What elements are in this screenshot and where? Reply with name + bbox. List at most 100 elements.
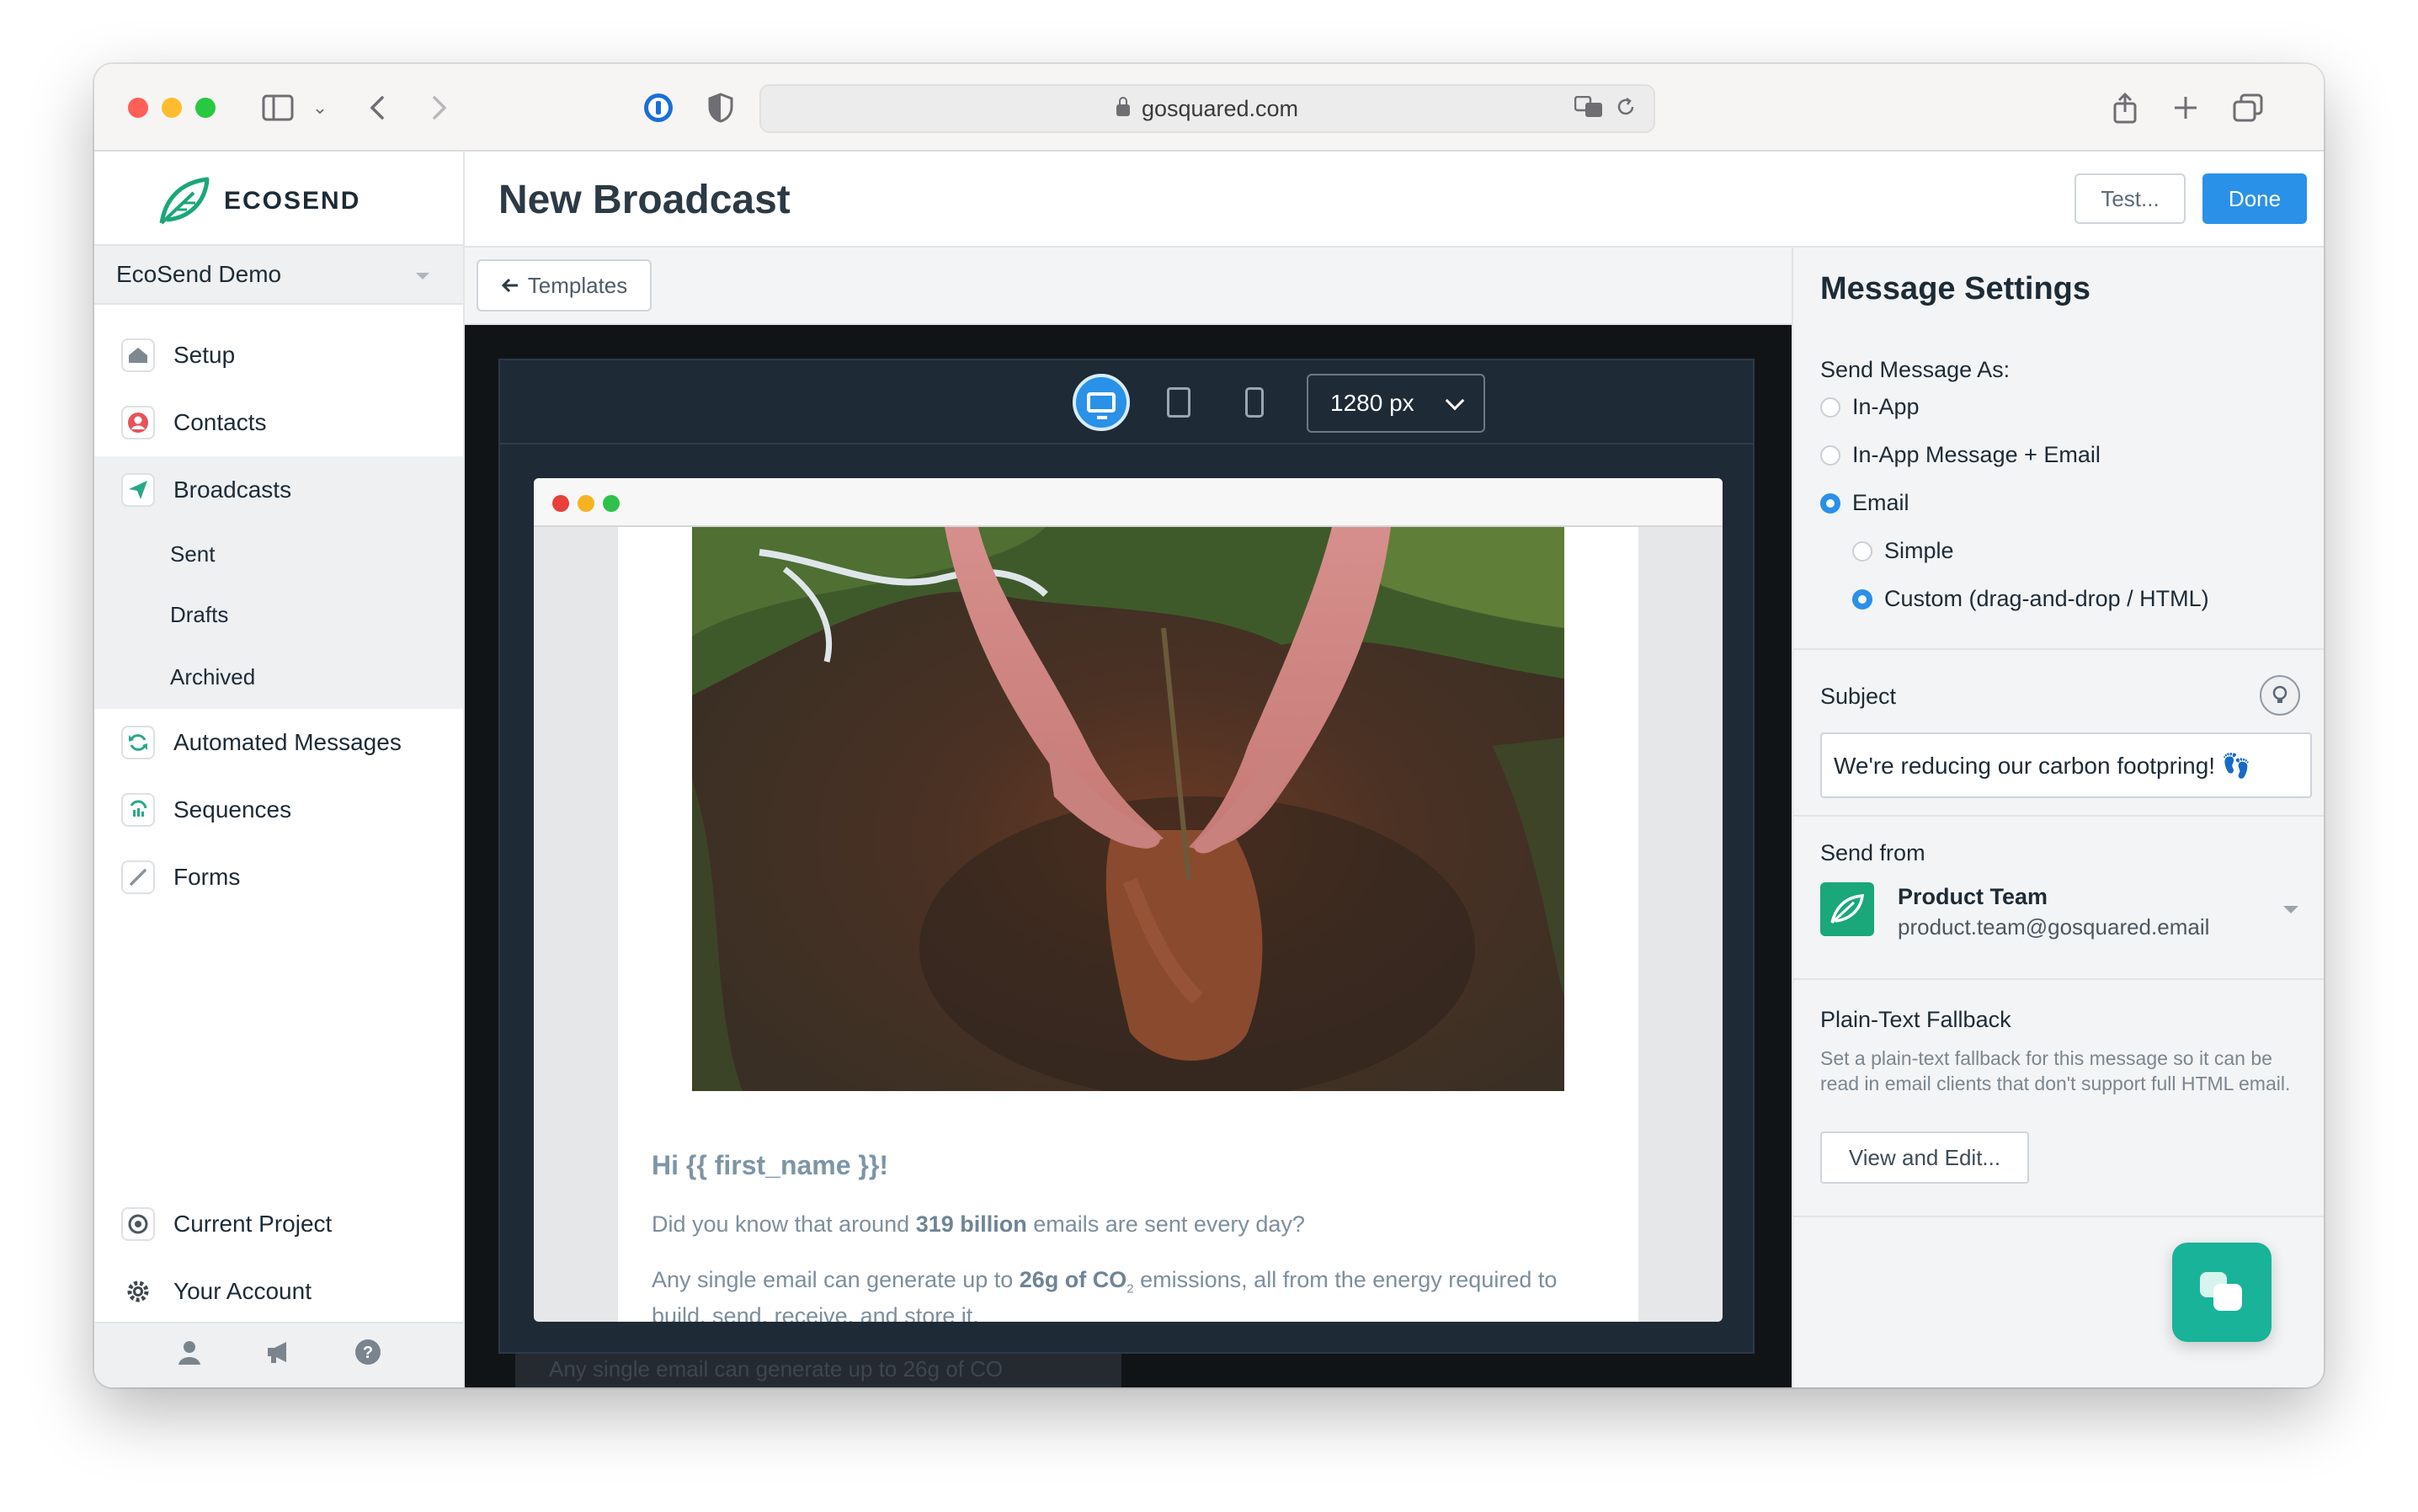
reload-icon[interactable] (1615, 96, 1637, 124)
caret-down-icon[interactable] (2283, 906, 2298, 913)
share-icon[interactable] (2106, 89, 2144, 126)
view-and-edit-button[interactable]: View and Edit... (1820, 1131, 2029, 1184)
email-paragraph-2: Any single email can generate up to 26g … (652, 1266, 1611, 1322)
sidebar-item-forms[interactable]: Forms (94, 844, 463, 911)
translate-icon[interactable] (1574, 95, 1603, 124)
forward-icon[interactable] (423, 89, 456, 126)
lightbulb-icon[interactable] (2260, 675, 2300, 716)
svg-text:?: ? (363, 1344, 373, 1362)
email-paragraph-1: Did you know that around 319 billion ema… (652, 1211, 1611, 1238)
password-manager-icon[interactable] (640, 89, 677, 126)
sidebar-item-label: Forms (173, 864, 241, 890)
templates-label: Templates (527, 272, 628, 298)
preview-width-select[interactable]: 1280 px (1307, 374, 1485, 433)
radio-custom[interactable]: Custom (drag-and-drop / HTML) (1852, 586, 2209, 612)
chat-widget-button[interactable] (2172, 1243, 2272, 1342)
radio-button-selected[interactable] (1852, 588, 1872, 610)
caret-down-icon (416, 273, 429, 280)
email-greeting: Hi {{ first_name }}! (652, 1150, 888, 1180)
sender-email: product.team@gosquared.email (1898, 914, 2210, 940)
done-button[interactable]: Done (2202, 173, 2307, 224)
bold-span: 319 billion (915, 1211, 1027, 1237)
main-header: New Broadcast Test... Done (465, 152, 2324, 248)
radio-label: Simple (1884, 538, 1954, 563)
sidebar-footer: ? (94, 1322, 463, 1387)
sidebar-item-sequences[interactable]: Sequences (94, 776, 463, 844)
sidebar-item-broadcasts[interactable]: Broadcasts (94, 456, 463, 524)
templates-button[interactable]: Templates (477, 259, 652, 311)
sidebar-item-current-project[interactable]: Current Project (94, 1190, 463, 1258)
send-as-label: Send Message As: (1820, 357, 2011, 382)
radio-button[interactable] (1820, 397, 1840, 418)
tab-overview-icon[interactable] (2229, 89, 2266, 126)
sidebar-subitem-label: Sent (170, 540, 216, 567)
radio-label: In-App (1852, 394, 1920, 419)
radio-email[interactable]: Email (1820, 490, 1909, 516)
help-icon[interactable]: ? (354, 1338, 382, 1373)
text-span: Did you know that around (652, 1211, 916, 1237)
browser-window: ⌄ gosquared.com ECOSEND EcoSend Demo Set… (94, 64, 2324, 1387)
device-switcher: 1280 px (500, 360, 1753, 445)
radio-label: Custom (drag-and-drop / HTML) (1884, 586, 2209, 611)
radio-button[interactable] (1820, 445, 1840, 466)
subject-input[interactable] (1820, 732, 2312, 798)
mock-browser-window: Hi {{ first_name }}! Did you know that a… (534, 478, 1723, 1322)
mock-minimize-dot (578, 495, 594, 512)
ecosend-logo[interactable]: ECOSEND (157, 172, 360, 231)
sidebar-item-your-account[interactable]: Your Account (94, 1258, 463, 1325)
house-icon (121, 338, 155, 372)
minimize-window-button[interactable] (162, 98, 182, 118)
chevron-down-icon[interactable]: ⌄ (310, 89, 330, 126)
text-span: emails are sent every day? (1026, 1211, 1305, 1237)
send-from-section[interactable]: Send from Product Team product.team@gosq… (1793, 817, 2324, 980)
editor-toolbar: Templates (465, 248, 1792, 325)
project-name: EcoSend Demo (116, 261, 282, 287)
sidebar-toggle-icon[interactable] (259, 89, 296, 126)
shield-icon[interactable] (702, 89, 739, 126)
radio-in-app-email[interactable]: In-App Message + Email (1820, 442, 2101, 468)
plain-text-fallback-section: Plain-Text Fallback Set a plain-text fal… (1793, 980, 2324, 1217)
page-title: New Broadcast (498, 178, 791, 222)
back-icon[interactable] (360, 89, 394, 126)
message-settings-panel: Message Settings Send Message As: In-App… (1792, 248, 2324, 1387)
sidebar-item-contacts[interactable]: Contacts (94, 389, 463, 456)
mock-close-dot (552, 495, 569, 512)
radio-label: In-App Message + Email (1852, 442, 2101, 467)
sidebar-item-setup[interactable]: Setup (94, 322, 463, 389)
radio-button[interactable] (1852, 540, 1872, 562)
zoom-window-button[interactable] (195, 98, 216, 118)
mobile-view-button[interactable] (1226, 374, 1283, 431)
new-tab-icon[interactable] (2167, 89, 2204, 126)
phone-icon (1245, 387, 1264, 418)
radio-label: Email (1852, 490, 1909, 515)
radio-button-selected[interactable] (1820, 492, 1840, 514)
close-window-button[interactable] (128, 98, 148, 118)
sidebar-item-label: Automated Messages (173, 729, 402, 755)
chat-bubble-icon (2200, 1272, 2242, 1311)
person-icon[interactable] (175, 1338, 204, 1373)
megaphone-icon[interactable] (264, 1339, 293, 1371)
sidebar-item-label: Your Account (173, 1278, 312, 1304)
url-text: gosquared.com (1141, 95, 1299, 121)
test-button[interactable]: Test... (2074, 173, 2186, 224)
tablet-view-button[interactable] (1150, 374, 1207, 431)
background-text: Any single email can generate up to 26g … (515, 1350, 1121, 1387)
sidebar-item-label: Sequences (173, 796, 292, 823)
sidebar-subitem-archived[interactable]: Archived (94, 645, 463, 709)
arrow-left-icon (501, 273, 519, 299)
subject-label: Subject (1820, 684, 1897, 709)
desktop-view-button[interactable] (1073, 374, 1130, 431)
sidebar-subitem-sent[interactable]: Sent (94, 524, 463, 584)
radio-simple[interactable]: Simple (1852, 538, 1954, 564)
radio-in-app[interactable]: In-App (1820, 394, 1920, 420)
sidebar-subitem-drafts[interactable]: Drafts (94, 584, 463, 645)
user-circle-icon (121, 406, 155, 439)
brand-name: ECOSEND (224, 187, 361, 215)
send-as-section: Message Settings Send Message As: In-App… (1793, 248, 2324, 650)
bold-span: 26g of CO (1019, 1267, 1127, 1292)
send-from-label: Send from (1820, 840, 1925, 865)
sidebar-item-automated-messages[interactable]: Automated Messages (94, 709, 463, 776)
address-bar[interactable]: gosquared.com (759, 84, 1655, 133)
project-selector[interactable]: EcoSend Demo (94, 244, 463, 305)
refresh-icon (121, 726, 155, 759)
